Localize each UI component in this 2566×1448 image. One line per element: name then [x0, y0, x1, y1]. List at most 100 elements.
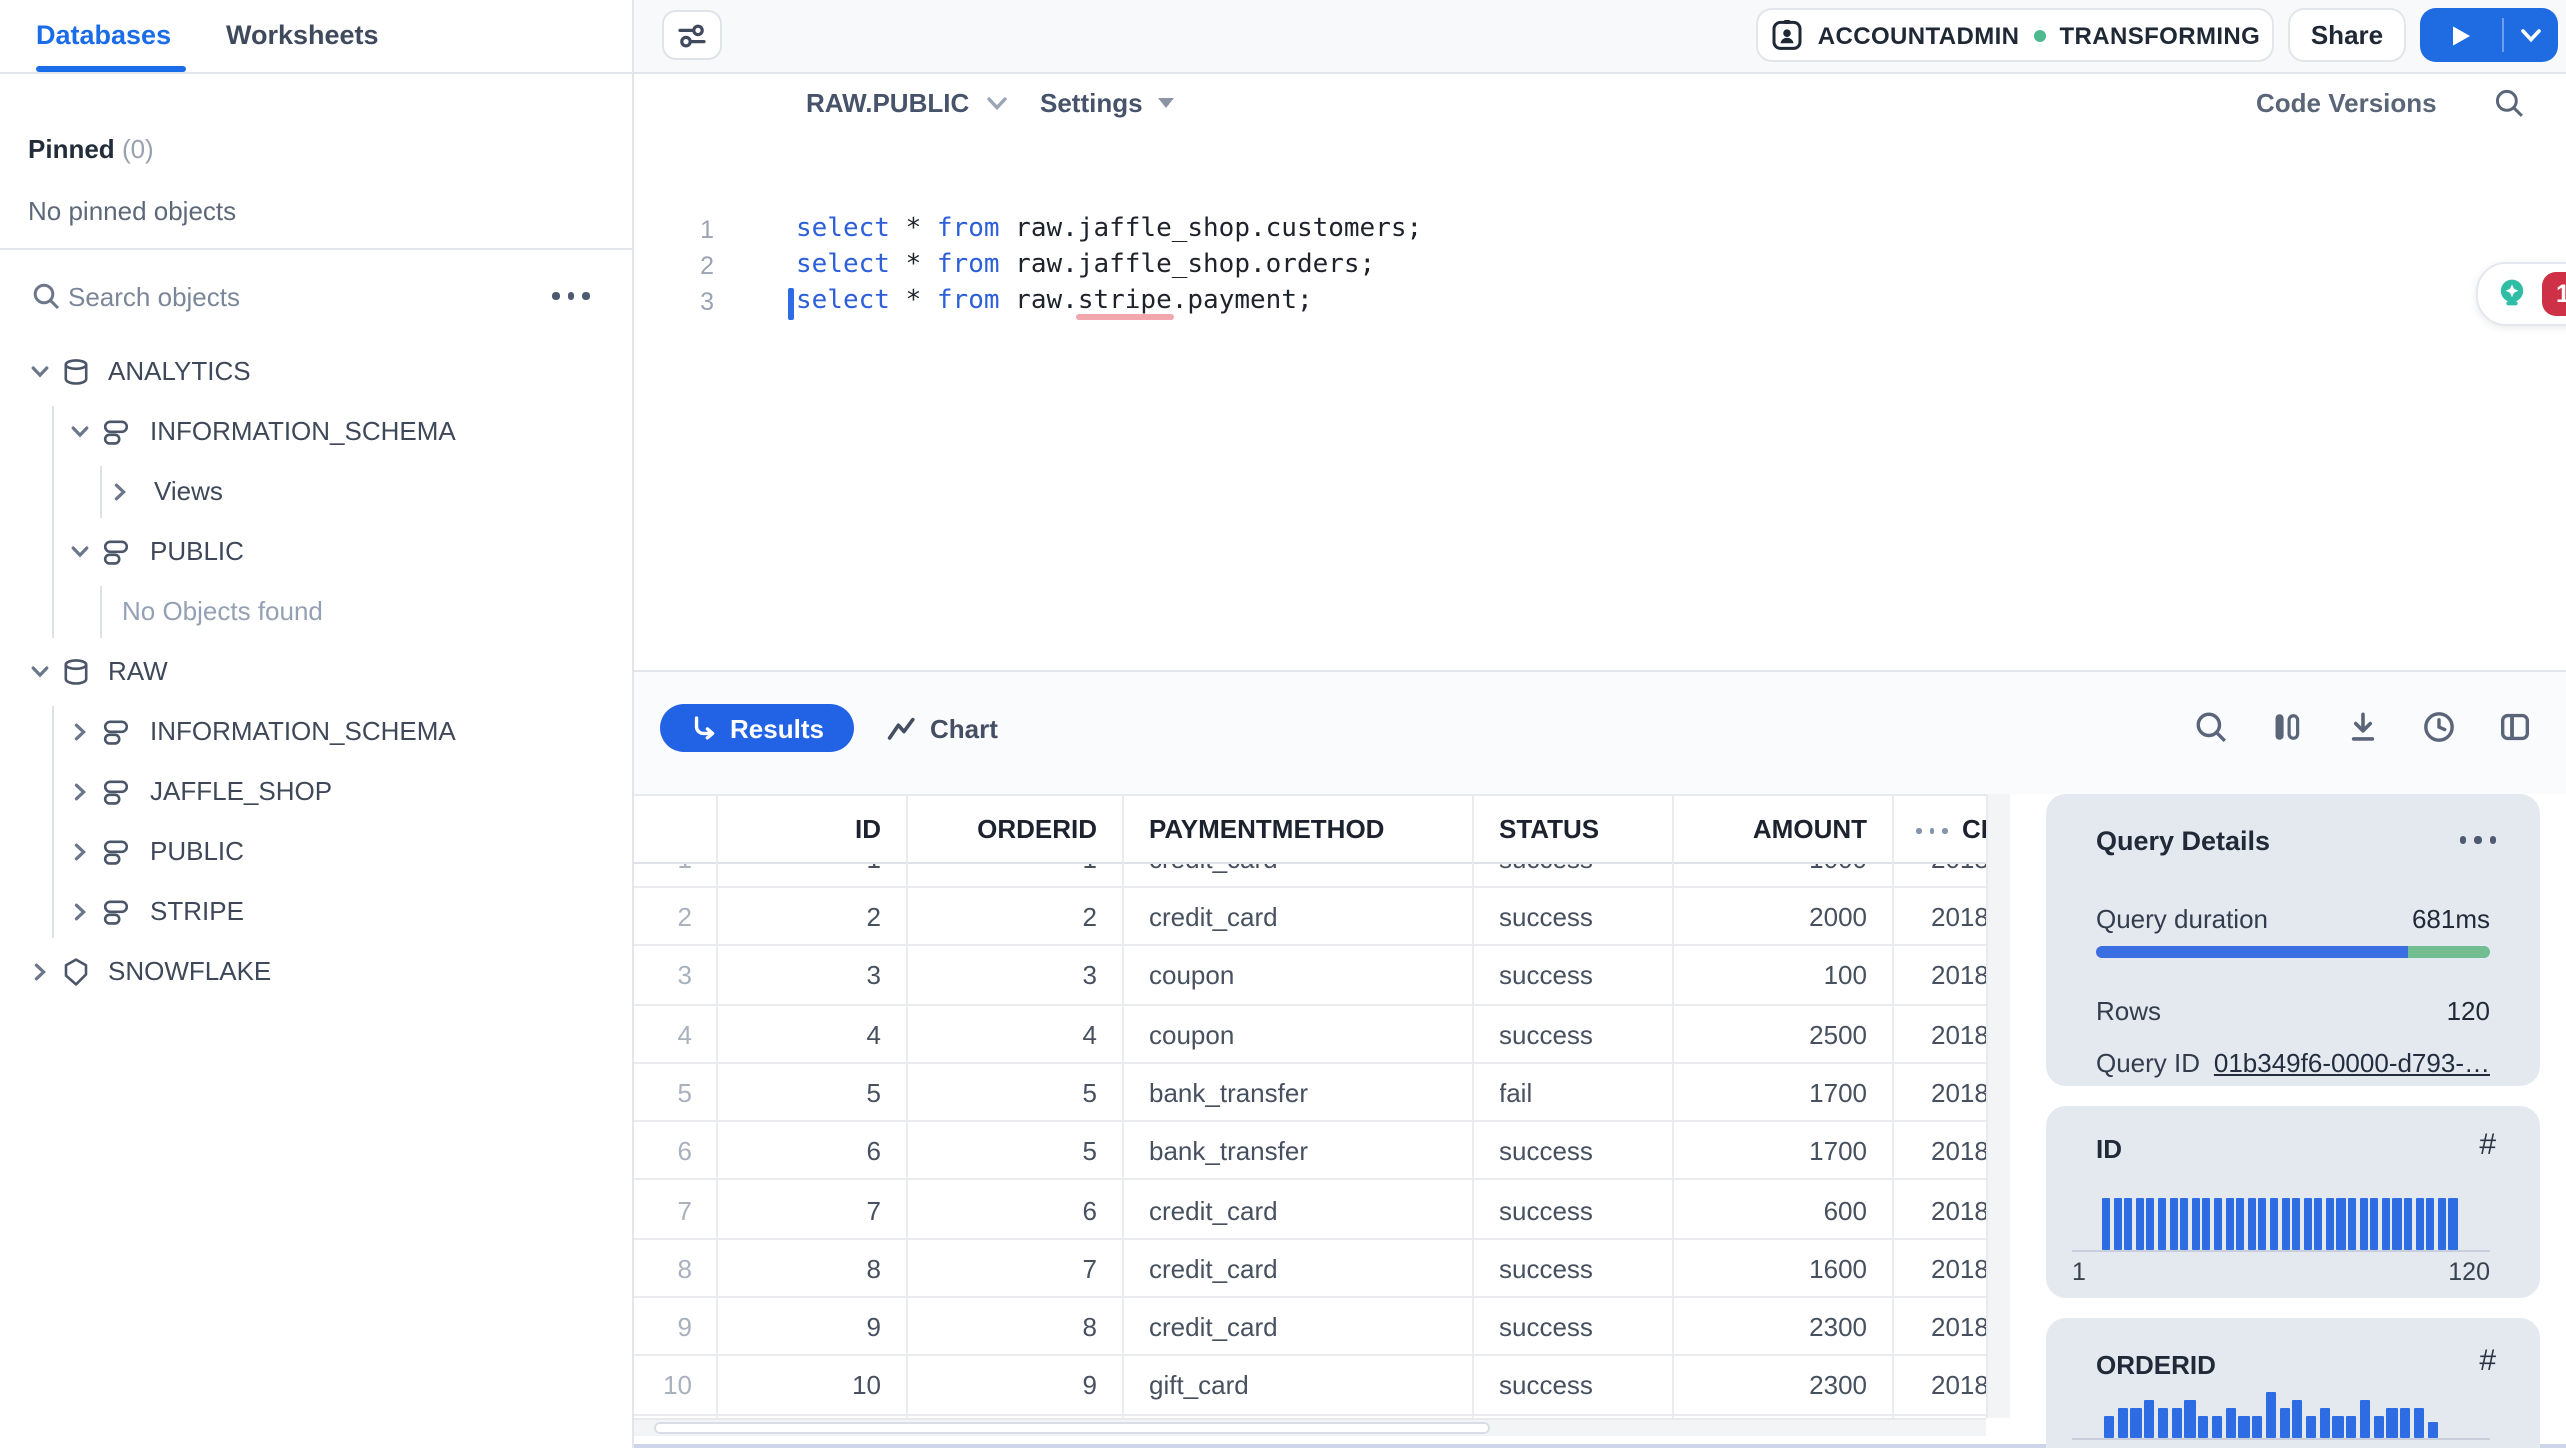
chevron-right-icon[interactable]: [70, 722, 90, 742]
histogram-bar: [2346, 1415, 2357, 1438]
tree-item-views[interactable]: Views: [0, 462, 632, 522]
code-line-1[interactable]: 1 select * from raw.jaffle_shop.customers…: [634, 212, 2566, 248]
column-header-orderid[interactable]: ORDERID: [905, 796, 1097, 864]
tab-worksheets[interactable]: Worksheets: [226, 0, 379, 72]
vertical-scrollbar[interactable]: [1986, 794, 2010, 1418]
column-header-id[interactable]: ID: [716, 796, 881, 864]
tree-item-snowflake[interactable]: SNOWFLAKE: [0, 942, 632, 1002]
tree-item-information-schema[interactable]: INFORMATION_SCHEMA: [0, 402, 632, 462]
histogram-bar: [2130, 1407, 2142, 1438]
code-token: *: [889, 214, 937, 244]
id-histogram: [2102, 1197, 2460, 1249]
table-row[interactable]: 10 10 9 gift_card success 2300 2018-01: [634, 1357, 1986, 1416]
column-header-paymentmethod[interactable]: PAYMENTMETHOD: [1149, 796, 1471, 864]
row-number: 6: [677, 1136, 692, 1167]
histogram-bar: [2269, 1197, 2278, 1249]
settings-dropdown[interactable]: Settings: [1040, 74, 1175, 132]
table-cell: 7: [866, 1195, 881, 1225]
run-split-button[interactable]: [2420, 8, 2558, 62]
assistant-suggestion-pill[interactable]: 1: [2476, 262, 2566, 326]
line-number: 1: [700, 216, 714, 244]
numeric-column-icon[interactable]: #: [2479, 1344, 2496, 1378]
tree-item-analytics[interactable]: ANALYTICS: [0, 342, 632, 402]
query-details-menu-icon[interactable]: [2459, 836, 2496, 843]
chevron-right-icon[interactable]: [30, 962, 50, 982]
chevron-down-icon[interactable]: [70, 542, 90, 562]
column-grid-line: [905, 794, 907, 1418]
role-warehouse-selector[interactable]: ACCOUNTADMIN TRANSFORMING: [1756, 8, 2274, 62]
histogram-bar: [2279, 1407, 2290, 1438]
histogram-bar: [2448, 1197, 2457, 1249]
column-header-created[interactable]: CREATED: [1962, 796, 1986, 864]
chevron-right-icon[interactable]: [70, 842, 90, 862]
tree-item-label: STRIPE: [150, 896, 244, 926]
tab-chart[interactable]: Chart: [886, 704, 998, 752]
search-objects-input[interactable]: Search objects: [68, 282, 240, 312]
split-panel-icon[interactable]: [2498, 710, 2532, 744]
row-number: 2: [677, 902, 692, 932]
chevron-down-icon[interactable]: [70, 422, 90, 442]
sql-editor[interactable]: 1 select * from raw.jaffle_shop.customers…: [634, 212, 2566, 320]
row-number: 5: [677, 1077, 692, 1108]
tree-item-stripe[interactable]: STRIPE: [0, 882, 632, 942]
tree-guide: [100, 466, 102, 518]
sidebar-more-icon[interactable]: [552, 292, 589, 299]
table-row[interactable]: 111credit_cardsuccess10002018-01: [634, 864, 1986, 888]
context-selector[interactable]: RAW.PUBLIC: [806, 74, 1007, 132]
chevron-right-icon[interactable]: [70, 902, 90, 922]
tree-item-label: JAFFLE_SHOP: [150, 776, 333, 806]
chevron-down-icon[interactable]: [30, 662, 50, 682]
columns-icon[interactable]: [2270, 710, 2304, 744]
history-clock-icon[interactable]: [2422, 710, 2456, 744]
code-line-2[interactable]: 2 select * from raw.jaffle_shop.orders;: [634, 248, 2566, 284]
numeric-column-icon[interactable]: #: [2479, 1128, 2496, 1162]
chart-tab-label: Chart: [930, 713, 998, 743]
chevron-down-icon[interactable]: [30, 362, 50, 382]
table-row[interactable]: 3 3 3 coupon success 100 2018-01: [634, 947, 1986, 1006]
column-header-rownum[interactable]: [634, 796, 692, 864]
run-options-chevron-icon[interactable]: [2504, 27, 2558, 43]
tree-item-raw[interactable]: RAW: [0, 642, 632, 702]
pinned-count: (0): [121, 134, 154, 164]
table-row[interactable]: 8 8 7 credit_card success 1600 2018-01: [634, 1240, 1986, 1299]
id-card-title: ID: [2096, 1134, 2122, 1164]
worksheet-filters-button[interactable]: [662, 10, 722, 60]
orderid-histogram: [2104, 1392, 2441, 1438]
table-row[interactable]: 2 2 2 credit_card success 2000 2018-01: [634, 888, 1986, 947]
table-cell: fail: [1499, 1077, 1533, 1108]
histogram-bar: [2157, 1407, 2169, 1438]
chevron-right-icon[interactable]: [110, 482, 130, 502]
code-versions-link[interactable]: Code Versions: [2256, 74, 2437, 132]
query-id-link[interactable]: 01b349f6-0000-d793-…: [2214, 1048, 2490, 1078]
tree-item-public[interactable]: PUBLIC: [0, 522, 632, 582]
table-row[interactable]: 5 5 5 bank_transfer fail 1700 2018-01: [634, 1064, 1986, 1123]
tab-databases[interactable]: Databases: [36, 0, 171, 72]
column-header-amount[interactable]: AMOUNT: [1671, 796, 1867, 864]
download-icon[interactable]: [2346, 710, 2380, 744]
hidden-columns-icon[interactable]: [1916, 828, 1948, 834]
search-results-icon[interactable]: [2194, 710, 2228, 744]
histogram-bar: [2213, 1197, 2223, 1249]
tree-item-public[interactable]: PUBLIC: [0, 822, 632, 882]
chevron-right-icon[interactable]: [70, 782, 90, 802]
tree-item-information-schema[interactable]: INFORMATION_SCHEMA: [0, 702, 632, 762]
code-line-3[interactable]: 3 select * from raw.stripe.payment;: [634, 284, 2566, 320]
code-token: raw.jaffle_shop.customers;: [999, 214, 1423, 244]
horizontal-scrollbar-thumb[interactable]: [654, 1421, 1490, 1433]
table-row[interactable]: 4 4 4 coupon success 2500 2018-01: [634, 1005, 1986, 1064]
table-cell: 1000: [1671, 864, 1867, 888]
share-button[interactable]: Share: [2288, 8, 2406, 62]
column-header-status[interactable]: STATUS: [1499, 796, 1671, 864]
histogram-bar: [2135, 1197, 2144, 1249]
tree-item-jaffle-shop[interactable]: JAFFLE_SHOP: [0, 762, 632, 822]
table-cell: success: [1499, 864, 1671, 888]
table-row[interactable]: 7 7 6 credit_card success 600 2018-01: [634, 1181, 1986, 1240]
table-row[interactable]: 6 6 5 bank_transfer success 1700 2018-01: [634, 1122, 1986, 1181]
editor-search-icon[interactable]: [2494, 88, 2524, 118]
table-row[interactable]: 9 9 8 credit_card success 2300 2018-01: [634, 1298, 1986, 1357]
search-icon: [32, 282, 60, 310]
settings-label: Settings: [1040, 88, 1143, 118]
tab-results[interactable]: Results: [660, 704, 854, 752]
table-cell: 1: [716, 864, 881, 888]
run-play-icon[interactable]: [2420, 23, 2502, 47]
